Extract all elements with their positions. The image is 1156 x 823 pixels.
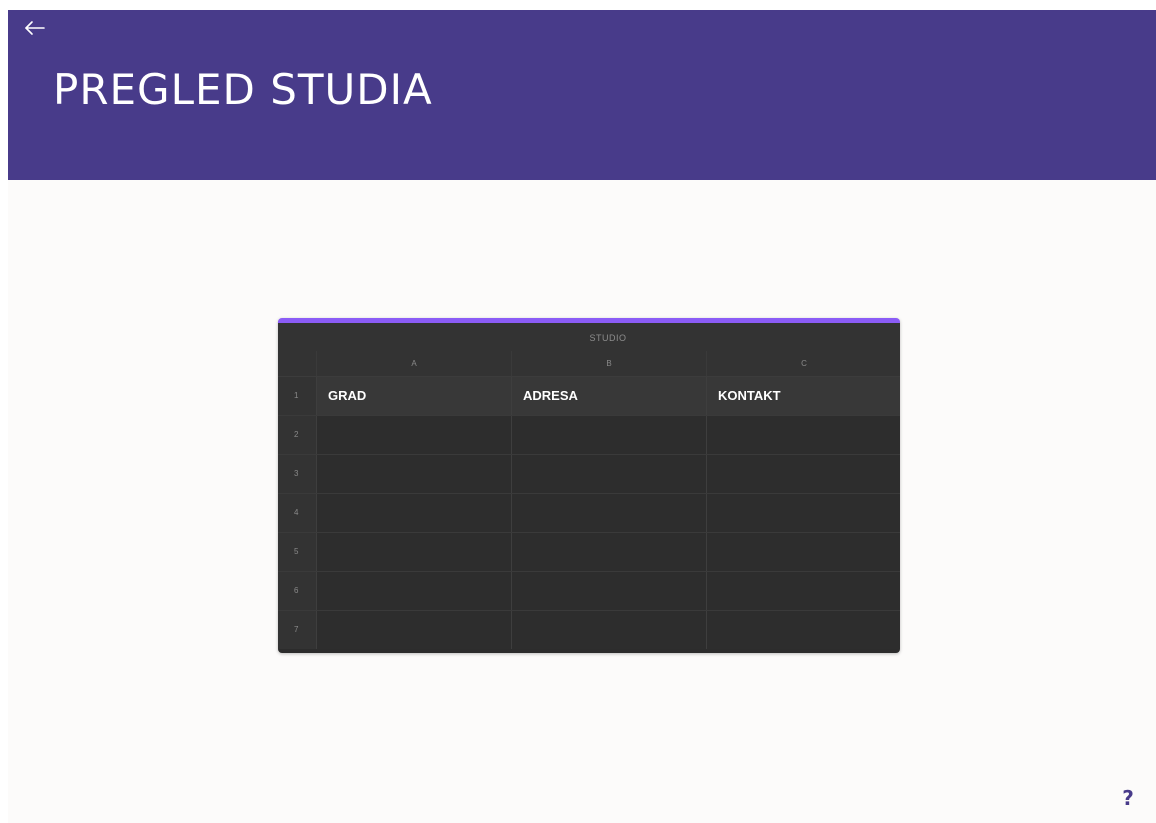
table-row: 7 [278,611,900,649]
row-number[interactable]: 5 [278,533,316,571]
cell-b1[interactable]: ADRESA [511,377,706,415]
column-header-row: A B C [278,351,900,377]
cell-a6[interactable] [316,572,511,610]
table-row: 4 [278,494,900,533]
cell-a2[interactable] [316,416,511,454]
spreadsheet: STUDIO A B C 1 GRAD ADRESA KONTAKT 2 3 4… [278,318,900,653]
table-row: 2 [278,416,900,455]
help-button[interactable]: ? [1117,784,1139,812]
cell-c7[interactable] [706,611,900,649]
column-letter-c[interactable]: C [706,351,900,376]
cell-b5[interactable] [511,533,706,571]
arrow-left-icon [25,21,45,35]
row-number[interactable]: 4 [278,494,316,532]
cell-a3[interactable] [316,455,511,493]
app-frame: PREGLED STUDIA STUDIO A B C 1 GRAD ADRES… [8,10,1156,823]
row-number[interactable]: 7 [278,611,316,649]
cell-b6[interactable] [511,572,706,610]
cell-b3[interactable] [511,455,706,493]
table-row: 1 GRAD ADRESA KONTAKT [278,377,900,416]
row-number[interactable]: 6 [278,572,316,610]
sheet-title-bar: STUDIO [278,323,900,351]
page-header: PREGLED STUDIA [8,10,1156,180]
cell-a7[interactable] [316,611,511,649]
row-number[interactable]: 1 [278,377,316,415]
cell-c5[interactable] [706,533,900,571]
sheet-title: STUDIO [589,333,627,343]
cell-b2[interactable] [511,416,706,454]
cell-c4[interactable] [706,494,900,532]
back-button[interactable] [22,15,48,41]
cell-a5[interactable] [316,533,511,571]
table-row: 6 [278,572,900,611]
page-title: PREGLED STUDIA [53,65,433,114]
corner-cell [278,351,316,376]
row-number[interactable]: 3 [278,455,316,493]
cell-c2[interactable] [706,416,900,454]
row-number[interactable]: 2 [278,416,316,454]
cell-c3[interactable] [706,455,900,493]
cell-a4[interactable] [316,494,511,532]
cell-c6[interactable] [706,572,900,610]
table-row: 3 [278,455,900,494]
column-letter-b[interactable]: B [511,351,706,376]
table-row: 5 [278,533,900,572]
cell-b4[interactable] [511,494,706,532]
cell-c1[interactable]: KONTAKT [706,377,900,415]
column-letter-a[interactable]: A [316,351,511,376]
cell-a1[interactable]: GRAD [316,377,511,415]
cell-b7[interactable] [511,611,706,649]
